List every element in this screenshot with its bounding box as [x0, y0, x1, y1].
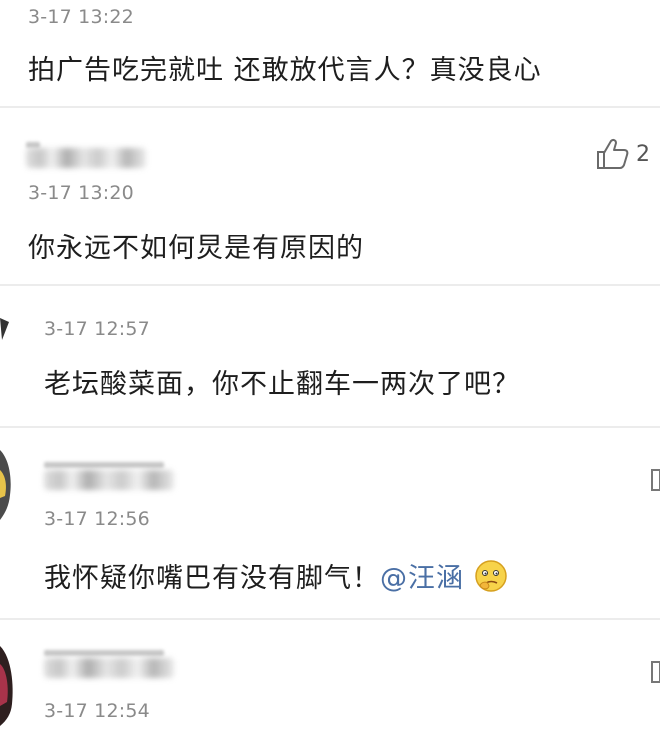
like-button[interactable]: 2: [596, 138, 650, 170]
comment-timestamp: 3-17 12:54: [44, 700, 150, 722]
avatar: [0, 646, 13, 726]
comment-item: 2 3-17 13:20 你永远不如何炅是有原因的: [0, 108, 660, 284]
username-blurred: [44, 658, 174, 678]
thumbs-up-icon: [597, 138, 629, 169]
comment-body: 我怀疑你嘴巴有没有脚气！: [44, 563, 380, 594]
comment-item: 3-17 12:56 我怀疑你嘴巴有没有脚气！@汪涵: [0, 428, 660, 618]
username-blurred-top: [44, 650, 164, 656]
comment-timestamp: 3-17 13:22: [28, 6, 134, 28]
comment-item: 3-17 13:22 拍广告吃完就吐 还敢放代言人？真没良心: [0, 0, 660, 106]
more-icon[interactable]: [650, 660, 660, 684]
thinking-face-emoji: [474, 560, 507, 592]
comment-timestamp: 3-17 12:57: [44, 318, 150, 340]
username-blurred-top: [44, 462, 164, 468]
username-blurred: [26, 148, 146, 168]
avatar: [0, 450, 11, 520]
comment-text: 拍广告吃完就吐 还敢放代言人？真没良心: [28, 55, 542, 86]
comment-timestamp: 3-17 13:20: [28, 182, 134, 204]
comment-text: 你永远不如何炅是有原因的: [28, 233, 364, 264]
username-blurred: [44, 470, 174, 490]
more-icon[interactable]: [650, 468, 660, 492]
like-count: 2: [636, 141, 650, 167]
comment-text: 我怀疑你嘴巴有没有脚气！@汪涵: [44, 556, 508, 595]
mention-link[interactable]: @汪涵: [380, 563, 464, 594]
comment-text: 老坛酸菜面，你不止翻车一两次了吧？: [44, 369, 520, 400]
comment-item: 3-17 12:54: [0, 620, 660, 733]
comment-item: 3-17 12:57 老坛酸菜面，你不止翻车一两次了吧？: [0, 286, 660, 426]
comment-timestamp: 3-17 12:56: [44, 508, 150, 530]
avatar: [0, 318, 9, 340]
